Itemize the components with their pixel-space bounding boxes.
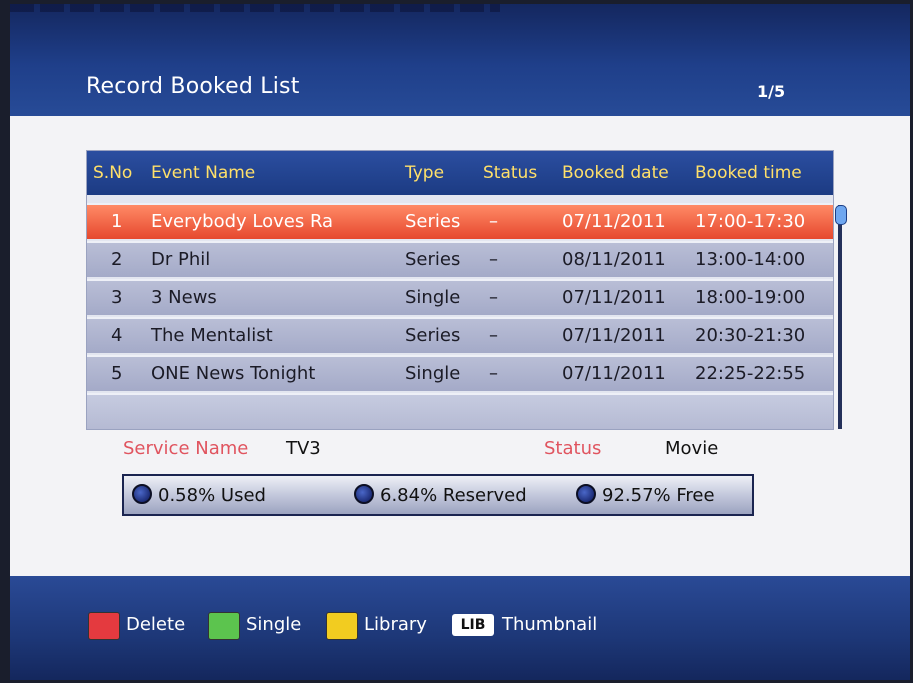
red-key-icon xyxy=(88,612,120,640)
row-booked-time: 13:00-14:00 xyxy=(695,249,806,270)
row-booked-time: 22:25-22:55 xyxy=(695,363,806,384)
list-scrollbar[interactable] xyxy=(838,205,842,429)
disc-icon xyxy=(576,484,596,504)
status-label: Status xyxy=(544,438,602,459)
column-header-event: Event Name xyxy=(151,163,256,183)
disc-icon xyxy=(132,484,152,504)
disc-icon xyxy=(354,484,374,504)
usage-free-text: 92.57% Free xyxy=(602,485,715,506)
row-booked-time: 20:30-21:30 xyxy=(695,325,806,346)
single-key[interactable]: Single xyxy=(208,610,318,640)
column-header-status: Status xyxy=(483,163,538,183)
row-event-name: ONE News Tonight xyxy=(151,363,316,384)
row-sno: 3 xyxy=(111,287,123,308)
library-key-label: Library xyxy=(364,614,427,635)
page-title: Record Booked List xyxy=(86,74,300,99)
delete-key-label: Delete xyxy=(126,614,186,635)
yellow-key-icon xyxy=(326,612,358,640)
green-key-icon xyxy=(208,612,240,640)
column-header-type: Type xyxy=(405,163,445,183)
row-status: – xyxy=(489,249,498,270)
column-header-sno: S.No xyxy=(93,163,133,183)
lib-key-icon: LIB xyxy=(452,614,494,636)
row-sno: 2 xyxy=(111,249,123,270)
column-header-booked-date: Booked date xyxy=(562,163,669,183)
row-type: Single xyxy=(405,287,461,308)
table-header: S.No Event Name Type Status Booked date … xyxy=(87,151,833,195)
row-status: – xyxy=(489,325,498,346)
row-sno: 1 xyxy=(111,211,123,232)
row-booked-date: 07/11/2011 xyxy=(562,325,666,346)
usage-reserved: 6.84% Reserved xyxy=(354,484,527,506)
table-row[interactable]: 1 Everybody Loves Ra Series – 07/11/2011… xyxy=(87,203,833,239)
row-booked-time: 18:00-19:00 xyxy=(695,287,806,308)
row-status: – xyxy=(489,363,498,384)
row-sno: 5 xyxy=(111,363,123,384)
header-band: Record Booked List 1/5 xyxy=(10,4,910,116)
usage-used: 0.58% Used xyxy=(132,484,266,506)
row-status: – xyxy=(489,211,498,232)
row-type: Series xyxy=(405,211,461,232)
single-key-label: Single xyxy=(246,614,302,635)
row-booked-date: 07/11/2011 xyxy=(562,363,666,384)
row-booked-date: 07/11/2011 xyxy=(562,287,666,308)
library-key[interactable]: Library xyxy=(326,610,446,640)
tv-screen: Record Booked List 1/5 S.No Event Name T… xyxy=(10,4,910,680)
scrollbar-thumb[interactable] xyxy=(835,205,847,225)
row-type: Series xyxy=(405,325,461,346)
usage-used-text: 0.58% Used xyxy=(158,485,266,506)
record-list: S.No Event Name Type Status Booked date … xyxy=(86,150,834,430)
row-event-name: 3 News xyxy=(151,287,217,308)
delete-key[interactable]: Delete xyxy=(88,610,198,640)
column-header-booked-time: Booked time xyxy=(695,163,802,183)
table-row[interactable]: 5 ONE News Tonight Single – 07/11/2011 2… xyxy=(87,355,833,391)
table-row[interactable]: 4 The Mentalist Series – 07/11/2011 20:3… xyxy=(87,317,833,353)
disk-usage-bar: 0.58% Used 6.84% Reserved 92.57% Free xyxy=(122,474,754,516)
row-event-name: The Mentalist xyxy=(151,325,273,346)
row-type: Single xyxy=(405,363,461,384)
row-event-name: Everybody Loves Ra xyxy=(151,211,334,232)
status-value: Movie xyxy=(665,438,719,459)
row-booked-date: 07/11/2011 xyxy=(562,211,666,232)
decorative-dots xyxy=(10,4,500,12)
table-row[interactable]: 3 3 News Single – 07/11/2011 18:00-19:00 xyxy=(87,279,833,315)
row-event-name: Dr Phil xyxy=(151,249,211,270)
page-indicator: 1/5 xyxy=(757,82,786,101)
row-booked-time: 17:00-17:30 xyxy=(695,211,806,232)
usage-reserved-text: 6.84% Reserved xyxy=(380,485,527,506)
service-name-value: TV3 xyxy=(286,438,321,459)
empty-row xyxy=(87,393,833,429)
row-status: – xyxy=(489,287,498,308)
row-type: Series xyxy=(405,249,461,270)
service-name-label: Service Name xyxy=(123,438,249,459)
thumbnail-key-label: Thumbnail xyxy=(502,614,598,635)
thumbnail-key[interactable]: LIB Thumbnail xyxy=(452,610,612,640)
table-row[interactable]: 2 Dr Phil Series – 08/11/2011 13:00-14:0… xyxy=(87,241,833,277)
row-booked-date: 08/11/2011 xyxy=(562,249,666,270)
row-sno: 4 xyxy=(111,325,123,346)
usage-free: 92.57% Free xyxy=(576,484,715,506)
